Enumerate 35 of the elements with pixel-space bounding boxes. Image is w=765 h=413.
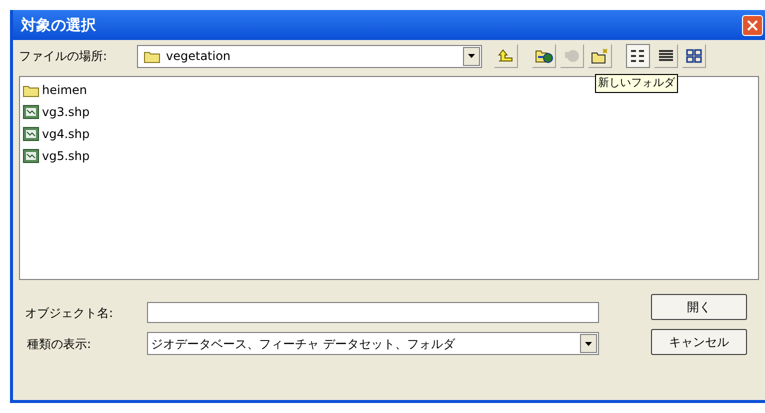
list-view-button[interactable]: [626, 44, 650, 68]
object-name-label: オブジェクト名:: [24, 304, 114, 322]
location-label: ファイルの場所:: [19, 48, 108, 65]
folder-icon: [144, 50, 160, 62]
file-item[interactable]: vg4.shp: [23, 124, 90, 144]
shapefile-icon: [23, 149, 39, 163]
window-title: 対象の選択: [21, 14, 96, 36]
connect-folder-button[interactable]: [532, 44, 556, 68]
close-icon: [747, 20, 758, 30]
shapefile-icon: [23, 105, 39, 119]
file-type-label: 種類の表示:: [26, 336, 92, 352]
file-item[interactable]: vg3.shp: [23, 102, 90, 122]
location-dropdown[interactable]: vegetation: [137, 44, 482, 68]
thumbnails-view-icon: [686, 49, 702, 63]
cancel-button[interactable]: キャンセル: [651, 329, 747, 355]
up-folder-button[interactable]: [494, 44, 518, 68]
folder-globe-icon: [535, 48, 553, 64]
new-folder-button[interactable]: [588, 44, 612, 68]
list-view-icon: [630, 49, 646, 63]
file-item[interactable]: heimen: [23, 80, 87, 100]
open-button[interactable]: 開く: [651, 294, 747, 320]
close-button[interactable]: [742, 14, 763, 36]
folder-icon: [23, 84, 39, 96]
details-view-icon: [658, 49, 674, 63]
file-item[interactable]: vg5.shp: [23, 146, 90, 166]
location-value: vegetation: [166, 48, 231, 65]
new-folder-icon: [591, 48, 609, 64]
up-arrow-icon: [498, 49, 514, 63]
shapefile-icon: [23, 127, 39, 141]
file-type-value: ジオデータベース、フィーチャ データセット、フォルダ: [151, 336, 455, 352]
object-name-field[interactable]: [147, 302, 599, 323]
details-view-button[interactable]: [654, 44, 678, 68]
file-type-dropdown[interactable]: ジオデータベース、フィーチャ データセット、フォルダ: [147, 332, 599, 355]
tooltip: 新しいフォルダ: [595, 74, 678, 92]
thumbnails-view-button[interactable]: [682, 44, 706, 68]
